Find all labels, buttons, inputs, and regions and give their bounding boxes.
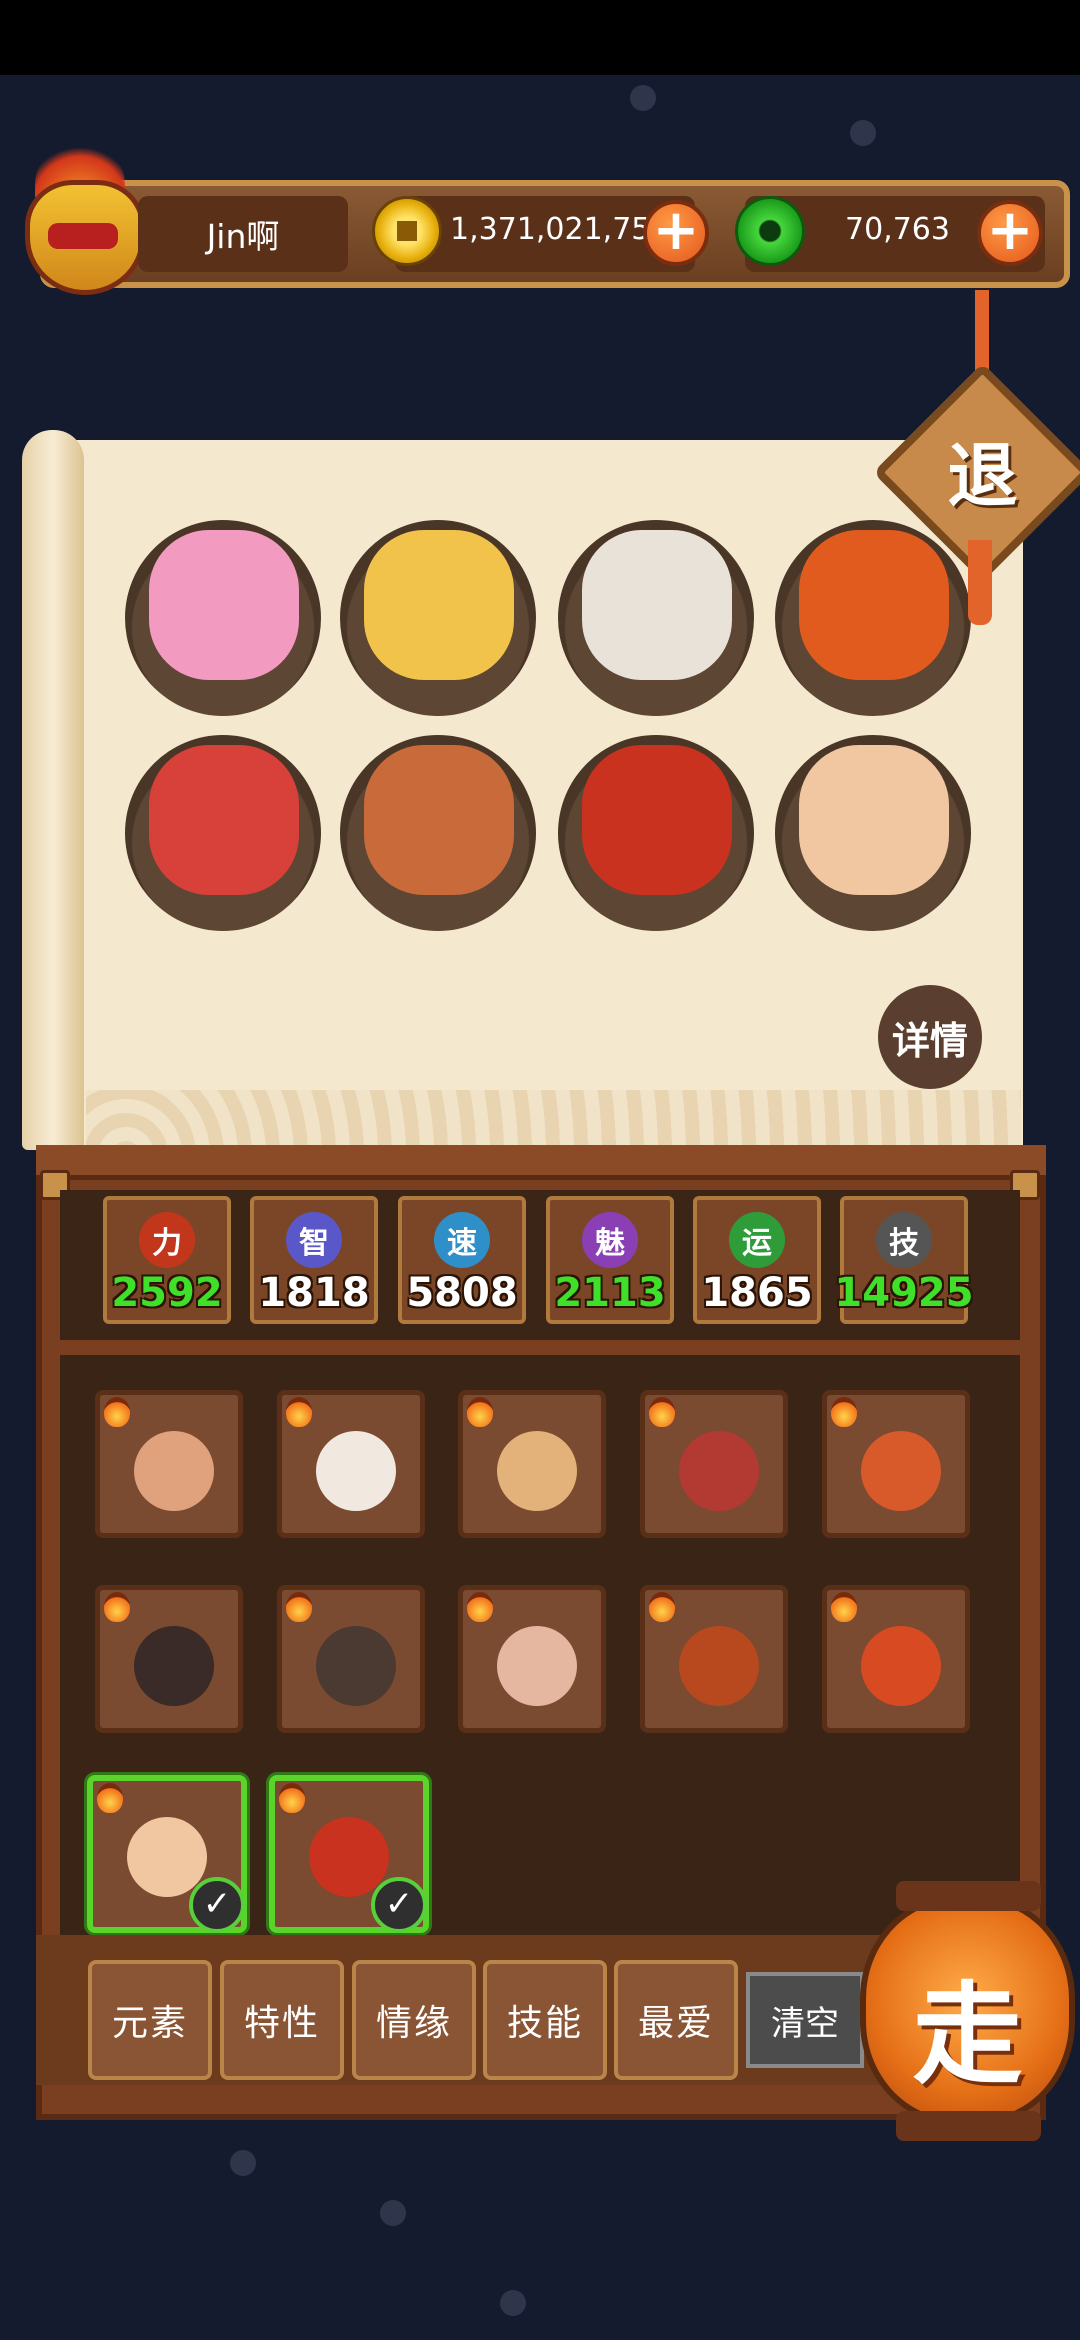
stat-value: 14925 — [834, 1270, 974, 1316]
filter-button[interactable]: 元素 — [88, 1960, 212, 2080]
stat-box: 智 1818 — [250, 1196, 378, 1324]
stat-box: 魅 2113 — [546, 1196, 674, 1324]
red-bird-hero-icon — [149, 745, 299, 895]
bald-monk-hero-icon — [127, 1817, 207, 1897]
checkmark-icon: ✓ — [189, 1877, 245, 1933]
constellation-star — [630, 85, 656, 111]
fire-element-icon — [104, 1592, 130, 1622]
fire-element-icon — [467, 1592, 493, 1622]
team-slot[interactable] — [558, 520, 754, 716]
scroll-rod — [22, 430, 84, 1150]
team-slot[interactable] — [125, 520, 321, 716]
filter-button[interactable]: 最爱 — [614, 1960, 738, 2080]
hero-card[interactable] — [277, 1390, 425, 1538]
hero-card[interactable] — [458, 1585, 606, 1733]
hero-card[interactable] — [822, 1390, 970, 1538]
stat-icon: 智 — [286, 1212, 342, 1268]
retreat-label[interactable]: 退 — [905, 420, 1060, 521]
lion-dance-hero-icon — [861, 1626, 941, 1706]
stat-icon: 技 — [876, 1212, 932, 1268]
fire-element-icon — [286, 1397, 312, 1427]
white-beard-sage-icon — [582, 530, 732, 680]
stat-value: 1818 — [258, 1270, 370, 1316]
checkmark-icon: ✓ — [371, 1877, 427, 1933]
hero-card[interactable] — [95, 1585, 243, 1733]
bald-monk-hero-icon — [799, 745, 949, 895]
stat-box: 运 1865 — [693, 1196, 821, 1324]
stat-box: 速 5808 — [398, 1196, 526, 1324]
constellation-star — [850, 120, 876, 146]
stat-box: 技 14925 — [834, 1196, 974, 1324]
stat-icon: 魅 — [582, 1212, 638, 1268]
fire-element-icon — [649, 1397, 675, 1427]
red-house-hero-icon — [582, 745, 732, 895]
add-gems-button[interactable]: + — [977, 200, 1043, 266]
hero-card[interactable] — [458, 1390, 606, 1538]
filter-button[interactable]: 技能 — [483, 1960, 607, 2080]
hero-card[interactable]: ✓ — [269, 1775, 429, 1933]
fire-element-icon — [286, 1592, 312, 1622]
fire-element-icon — [97, 1783, 123, 1813]
gold-coin-icon — [372, 196, 442, 266]
fire-element-icon — [649, 1592, 675, 1622]
stat-value: 2113 — [554, 1270, 666, 1316]
player-name: Jin啊 — [138, 196, 348, 272]
cat-drum-hero-icon — [861, 1431, 941, 1511]
rabbit-scholar-hero-icon — [316, 1431, 396, 1511]
red-house-hero-icon — [309, 1817, 389, 1897]
team-slot[interactable] — [775, 735, 971, 931]
fire-element-icon — [467, 1397, 493, 1427]
jade-icon — [735, 196, 805, 266]
filter-button[interactable]: 特性 — [220, 1960, 344, 2080]
coin-amount: 1,371,021,754 — [450, 212, 670, 247]
dancer-girl-hero-icon — [497, 1626, 577, 1706]
pink-archer-hero-icon — [149, 530, 299, 680]
hero-card[interactable]: ✓ — [87, 1775, 247, 1933]
hero-card[interactable] — [822, 1585, 970, 1733]
stat-value: 1865 — [701, 1270, 813, 1316]
boar-hero-icon — [679, 1626, 759, 1706]
tea-girl-hero-icon — [134, 1431, 214, 1511]
stat-value: 2592 — [111, 1270, 223, 1316]
fire-element-icon — [104, 1397, 130, 1427]
constellation-star — [230, 2150, 256, 2176]
team-slot[interactable] — [775, 520, 971, 716]
hero-card[interactable] — [640, 1390, 788, 1538]
team-slot[interactable] — [125, 735, 321, 931]
stat-icon: 运 — [729, 1212, 785, 1268]
hero-card[interactable] — [95, 1390, 243, 1538]
details-button[interactable]: 详情 — [878, 985, 982, 1089]
team-slot[interactable] — [340, 735, 536, 931]
status-bar — [0, 0, 1080, 75]
rose-ninja-hero-icon — [679, 1431, 759, 1511]
cannon-kid-hero-icon — [364, 745, 514, 895]
fire-warrior-hero-icon — [799, 530, 949, 680]
hero-card[interactable] — [277, 1585, 425, 1733]
team-slot[interactable] — [558, 735, 754, 931]
hero-card[interactable] — [640, 1585, 788, 1733]
stat-icon: 速 — [434, 1212, 490, 1268]
dark-bird-hero-icon — [316, 1626, 396, 1706]
demon-mask-icon — [25, 180, 145, 295]
go-label[interactable]: 走 — [860, 1945, 1075, 2105]
sword-girl-hero-icon — [134, 1626, 214, 1706]
cabinet-top — [36, 1145, 1046, 1180]
fire-element-icon — [831, 1592, 857, 1622]
constellation-star — [500, 2290, 526, 2316]
tassel-decoration — [968, 540, 992, 625]
stat-value: 5808 — [406, 1270, 518, 1316]
chicken-cook-hero-icon — [364, 530, 514, 680]
gem-amount: 70,763 — [845, 212, 950, 247]
add-coins-button[interactable]: + — [643, 200, 709, 266]
filter-button[interactable]: 情缘 — [352, 1960, 476, 2080]
fire-element-icon — [279, 1783, 305, 1813]
team-slot[interactable] — [340, 520, 536, 716]
stat-icon: 力 — [139, 1212, 195, 1268]
clear-button[interactable]: 清空 — [746, 1972, 864, 2068]
fire-element-icon — [831, 1397, 857, 1427]
squid-hero-icon — [497, 1431, 577, 1511]
stat-box: 力 2592 — [103, 1196, 231, 1324]
constellation-star — [380, 2200, 406, 2226]
